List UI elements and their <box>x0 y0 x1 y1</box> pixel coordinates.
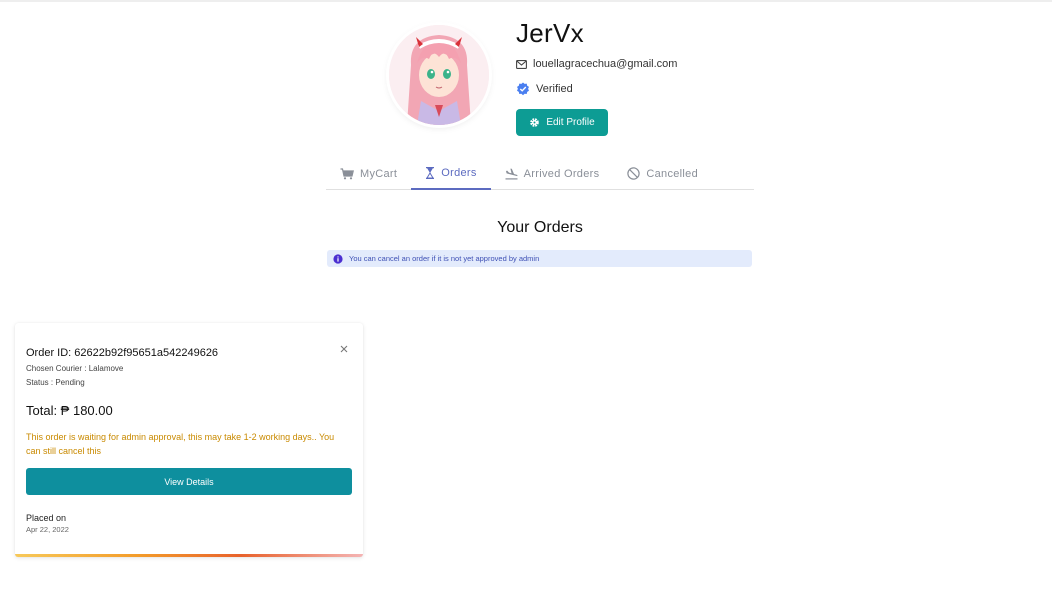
order-card-accent-bar <box>15 554 363 557</box>
tab-orders[interactable]: Orders <box>411 158 491 190</box>
tab-arrived-orders[interactable]: Arrived Orders <box>491 158 614 189</box>
avatar-image <box>389 25 489 125</box>
verified-badge-icon <box>517 82 529 96</box>
placed-on-date: Apr 22, 2022 <box>26 525 69 534</box>
tab-cancelled[interactable]: Cancelled <box>613 158 712 189</box>
tab-orders-label: Orders <box>441 167 477 179</box>
profile-tabs: MyCart Orders Arrived Orders Cancelled <box>326 158 754 190</box>
view-details-button[interactable]: View Details <box>26 468 352 495</box>
close-icon[interactable] <box>338 343 350 355</box>
profile-verified-row: Verified <box>516 82 573 96</box>
placed-on-label: Placed on <box>26 513 67 523</box>
tab-arrived-orders-label: Arrived Orders <box>523 167 600 180</box>
order-id: Order ID: 62622b92f95651a542249626 <box>26 347 219 359</box>
profile-username: JerVx <box>516 18 584 48</box>
verified-label: Verified <box>536 83 573 95</box>
profile-email: louellagracechua@gmail.com <box>533 58 678 70</box>
hourglass-icon <box>426 167 435 179</box>
tab-cancelled-label: Cancelled <box>646 167 699 180</box>
tab-mycart[interactable]: MyCart <box>326 158 411 189</box>
plane-landing-icon <box>505 168 518 179</box>
edit-profile-label: Edit Profile <box>546 117 595 128</box>
block-icon <box>627 167 641 180</box>
info-icon <box>333 253 343 264</box>
cancel-info-alert: You can cancel an order if it is not yet… <box>327 250 752 267</box>
cancel-info-text: You can cancel an order if it is not yet… <box>349 254 540 263</box>
order-approval-warning: This order is waiting for admin approval… <box>26 432 335 456</box>
edit-profile-button[interactable]: Edit Profile <box>516 109 608 136</box>
order-total: Total: ₱ 180.00 <box>26 403 113 418</box>
order-card: Order ID: 62622b92f95651a542249626 Chose… <box>15 323 363 557</box>
your-orders-title: Your Orders <box>497 219 583 236</box>
profile-avatar <box>389 25 489 125</box>
profile-email-row: louellagracechua@gmail.com <box>516 58 677 70</box>
order-status: Status : Pending <box>26 378 85 387</box>
cart-icon <box>340 167 354 179</box>
order-courier: Chosen Courier : Lalamove <box>26 364 124 373</box>
mail-icon <box>516 59 527 69</box>
tab-mycart-label: MyCart <box>360 167 398 180</box>
top-divider <box>0 0 1052 2</box>
gear-icon <box>530 118 540 127</box>
